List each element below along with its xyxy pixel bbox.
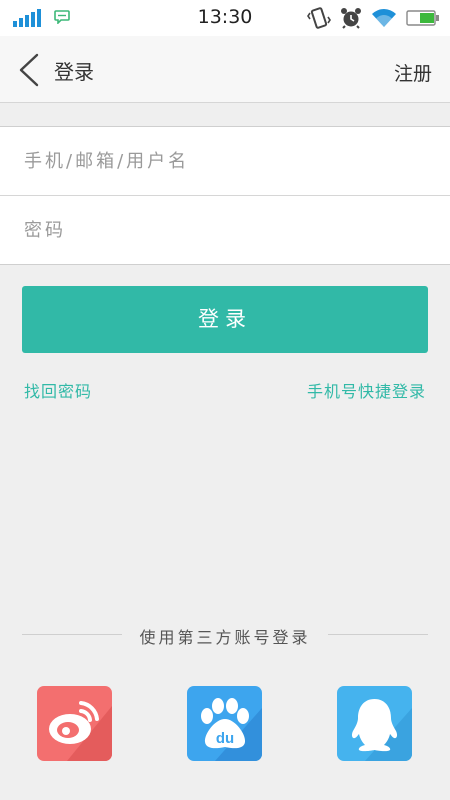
wifi-icon bbox=[372, 9, 396, 27]
login-button[interactable]: 登录 bbox=[22, 286, 428, 353]
forgot-password-link[interactable]: 找回密码 bbox=[24, 378, 92, 402]
alarm-icon bbox=[341, 8, 361, 29]
title-bar: 登录 注册 bbox=[0, 36, 450, 103]
weibo-icon bbox=[37, 686, 112, 761]
battery-icon bbox=[406, 10, 439, 26]
qq-login-button[interactable] bbox=[337, 686, 412, 761]
qq-penguin-icon bbox=[337, 686, 412, 761]
account-input[interactable] bbox=[24, 127, 424, 195]
baidu-login-button[interactable]: du bbox=[187, 686, 262, 761]
third-party-title: 使用第三方账号登录 bbox=[139, 628, 311, 647]
quick-login-link[interactable]: 手机号快捷登录 bbox=[307, 378, 426, 402]
account-field-row bbox=[0, 127, 450, 195]
baidu-du-label: du bbox=[216, 730, 234, 747]
page-title: 登录 bbox=[54, 60, 94, 84]
password-input[interactable] bbox=[24, 196, 424, 264]
status-bar: 13:30 bbox=[0, 0, 450, 36]
baidu-paw-icon: du bbox=[187, 686, 262, 761]
login-form bbox=[0, 126, 450, 265]
password-field-row bbox=[0, 195, 450, 264]
vibrate-icon bbox=[307, 7, 331, 29]
back-arrow-icon[interactable] bbox=[16, 53, 42, 87]
weibo-login-button[interactable] bbox=[37, 686, 112, 761]
register-link[interactable]: 注册 bbox=[394, 59, 432, 86]
